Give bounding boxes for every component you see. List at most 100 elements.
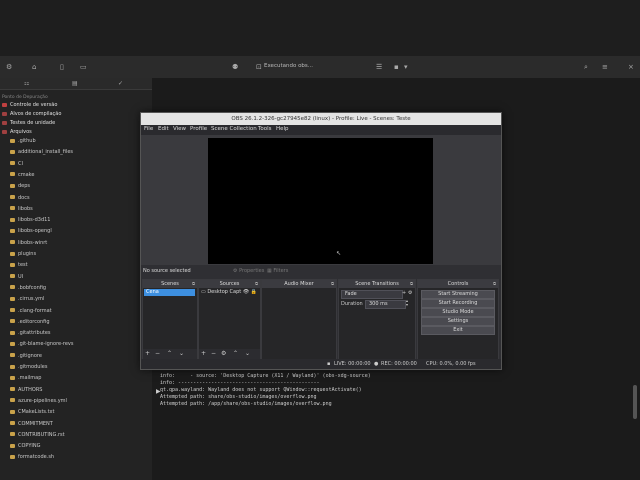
file-tree-item[interactable]: AUTHORS xyxy=(10,386,42,394)
dock-float-icon[interactable]: ⧉ xyxy=(255,281,258,286)
dock-float-icon[interactable]: ⧉ xyxy=(410,281,413,286)
file-tree-item[interactable]: .mailmap xyxy=(10,374,41,382)
file-tree-item[interactable]: plugins xyxy=(10,250,36,258)
add-icon[interactable]: + xyxy=(145,350,150,357)
folder-icon xyxy=(10,138,15,143)
start-recording-button[interactable]: Start Recording xyxy=(421,299,495,308)
sidebar-toggle-icon[interactable]: ▯ xyxy=(60,63,64,71)
menu-view[interactable]: View xyxy=(173,126,186,132)
file-tree-item[interactable]: libobs-d3d11 xyxy=(10,216,51,224)
terminal-scrollbar[interactable] xyxy=(633,385,637,419)
folder-icon xyxy=(10,161,15,166)
file-tree-item[interactable]: .bobfconfig xyxy=(10,284,46,292)
tab-todo-icon[interactable]: ✓ xyxy=(118,80,123,87)
vcs-icon xyxy=(2,102,7,107)
menu-profile[interactable]: Profile xyxy=(190,126,207,132)
file-icon xyxy=(10,285,15,290)
transition-add-icon[interactable]: + xyxy=(402,290,406,296)
section-build-targets[interactable]: Alvos de compilação xyxy=(2,110,61,118)
remove-icon[interactable]: − xyxy=(211,350,216,357)
properties-button[interactable]: ⚙ Properties xyxy=(233,268,264,274)
file-tree-item[interactable]: libobs-winrt xyxy=(10,239,47,247)
duration-field[interactable]: 300 ms xyxy=(365,300,406,309)
move-down-icon[interactable]: ⌄ xyxy=(245,350,250,357)
build-target-icon xyxy=(2,111,7,116)
file-icon xyxy=(10,387,15,392)
menu-help[interactable]: Help xyxy=(276,126,289,132)
menu-edit[interactable]: Edit xyxy=(158,126,169,132)
scene-item[interactable]: Cena xyxy=(144,289,195,296)
move-down-icon[interactable]: ⌄ xyxy=(179,350,184,357)
file-tree-item[interactable]: COMMITMENT xyxy=(10,420,53,428)
panel-toggle-icon[interactable]: ▭ xyxy=(80,63,87,71)
build-log-icon[interactable]: ☰ xyxy=(376,63,382,71)
run-status-text: Executando obs... xyxy=(264,63,314,69)
visibility-icon[interactable]: 👁 xyxy=(243,289,249,295)
build-icon[interactable]: ⚙ xyxy=(6,63,12,71)
file-tree-item[interactable]: CONTRIBUTING.rst xyxy=(10,431,65,439)
file-tree-item[interactable]: libobs xyxy=(10,205,33,213)
file-tree-item[interactable]: COPYING xyxy=(10,442,40,450)
section-version-control[interactable]: Controle de versão xyxy=(2,101,57,109)
file-tree-item[interactable]: .gitignore xyxy=(10,352,42,360)
transition-select[interactable]: Fade xyxy=(341,290,403,299)
dock-float-icon[interactable]: ⧉ xyxy=(493,281,496,286)
lock-icon[interactable]: 🔒 xyxy=(251,289,257,295)
tab-project-icon[interactable]: ⚏ xyxy=(24,80,29,87)
file-tree-item[interactable]: CMakeLists.txt xyxy=(10,408,54,416)
transition-gear-icon[interactable]: ⚙ xyxy=(408,290,412,296)
menu-tools[interactable]: Tools xyxy=(258,126,272,132)
section-unit-tests[interactable]: Testes de unidade xyxy=(2,119,55,127)
remove-icon[interactable]: − xyxy=(155,350,160,357)
stop-icon[interactable]: ▪ xyxy=(394,63,399,71)
chevron-down-icon[interactable]: ▾ xyxy=(404,63,408,71)
search-icon[interactable]: ⌕ xyxy=(584,63,588,71)
exit-button[interactable]: Exit xyxy=(421,326,495,335)
file-tree-item[interactable]: .cirrus.yml xyxy=(10,295,44,303)
rec-timer: REC: 00:00:00 xyxy=(381,361,417,367)
file-tree-item[interactable]: additional_install_files xyxy=(10,148,73,156)
preview-canvas[interactable] xyxy=(208,138,433,264)
file-tree-item[interactable]: CI xyxy=(10,160,23,168)
file-tree-item[interactable]: libobs-opengl xyxy=(10,227,52,235)
section-files[interactable]: Arquivos xyxy=(2,128,32,136)
obs-title-bar[interactable]: OBS 26.1.2-326-gc27945e82 (linux) - Prof… xyxy=(141,113,501,125)
gear-icon[interactable]: ⚙ xyxy=(221,350,226,357)
file-tree-item[interactable]: deps xyxy=(10,182,30,190)
run-config-icon[interactable]: ⌂ xyxy=(32,63,36,71)
file-tree-item[interactable]: .gitattributes xyxy=(10,329,51,337)
terminal-line: info: ----------------------------------… xyxy=(160,380,320,386)
filters-button[interactable]: ▦ Filters xyxy=(267,268,288,274)
rec-indicator-icon: ● xyxy=(374,361,379,367)
file-tree-item[interactable]: UI xyxy=(10,273,23,281)
menu-scene-collection[interactable]: Scene Collection xyxy=(211,126,257,132)
duration-stepper-icon[interactable]: ▴ ▾ xyxy=(406,299,408,307)
add-icon[interactable]: + xyxy=(201,350,206,357)
menu-file[interactable]: File xyxy=(144,126,153,132)
file-tree-item[interactable]: azure-pipelines.yml xyxy=(10,397,67,405)
file-tree-item[interactable]: .clang-format xyxy=(10,307,52,315)
source-item[interactable]: ▭ Desktop Capt 👁 🔒 xyxy=(201,289,257,295)
settings-button[interactable]: Settings xyxy=(421,317,495,326)
terminal-line: Attempted path: share/obs-studio/images/… xyxy=(160,394,317,400)
tab-search-icon[interactable]: ▤ xyxy=(72,80,78,87)
dock-float-icon[interactable]: ⧉ xyxy=(192,281,195,286)
file-tree-item[interactable]: .git-blame-ignore-revs xyxy=(10,340,74,348)
terminal-arrow-icon: ▶ xyxy=(156,388,161,395)
file-tree-item[interactable]: .github xyxy=(10,137,36,145)
menu-icon[interactable]: ≡ xyxy=(602,63,608,71)
studio-mode-button[interactable]: Studio Mode xyxy=(421,308,495,317)
close-icon[interactable]: × xyxy=(628,63,634,71)
file-tree-item[interactable]: docs xyxy=(10,194,30,202)
debug-icon[interactable]: ⚉ xyxy=(232,63,238,71)
file-tree-item[interactable]: formatcode.sh xyxy=(10,453,54,461)
duration-label: Duration xyxy=(341,301,363,307)
file-tree-item[interactable]: cmake xyxy=(10,171,34,179)
start-streaming-button[interactable]: Start Streaming xyxy=(421,290,495,299)
file-tree-item[interactable]: test xyxy=(10,261,28,269)
move-up-icon[interactable]: ⌃ xyxy=(167,350,172,357)
file-tree-item[interactable]: .gitmodules xyxy=(10,363,47,371)
move-up-icon[interactable]: ⌃ xyxy=(233,350,238,357)
dock-float-icon[interactable]: ⧉ xyxy=(331,281,334,286)
file-tree-item[interactable]: .editorconfig xyxy=(10,318,50,326)
